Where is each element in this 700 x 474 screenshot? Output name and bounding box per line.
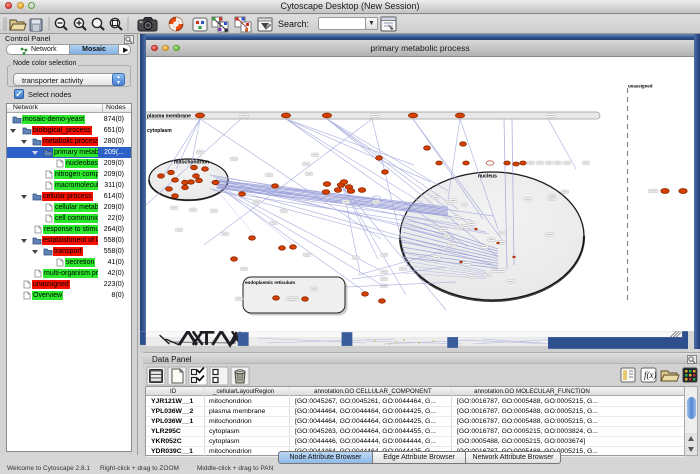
svg-text:cytoplasm: cytoplasm: [147, 128, 172, 134]
svg-text:plasma membrane: plasma membrane: [147, 114, 191, 120]
svg-text:nucleus: nucleus: [478, 174, 497, 180]
svg-text:unassigned: unassigned: [628, 84, 653, 89]
svg-text:mitochondrion: mitochondrion: [174, 160, 209, 166]
svg-text:f(x): f(x): [644, 370, 657, 380]
svg-text:endoplasmic reticulum: endoplasmic reticulum: [245, 280, 295, 285]
